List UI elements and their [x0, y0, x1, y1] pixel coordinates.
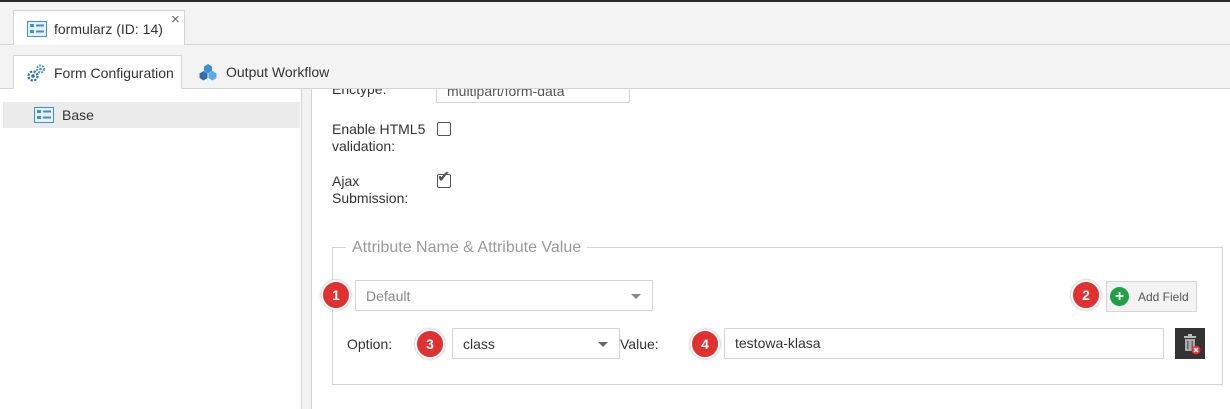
annotation-badge-4: 4 [690, 329, 720, 359]
form-list-icon [27, 21, 47, 40]
attribute-preset-select[interactable]: Default [355, 280, 653, 311]
add-field-label: Add Field [1138, 290, 1189, 304]
gears-icon [26, 63, 46, 86]
configuration-tab-bar: Form Configuration Output Workflow [0, 45, 1230, 89]
attribute-value-input[interactable]: testowa-klasa [724, 328, 1164, 359]
tab-form-configuration[interactable]: Form Configuration [13, 55, 182, 89]
ajax-submission-checkbox[interactable]: ✔ [437, 170, 451, 188]
tree-item-label: Base [62, 107, 94, 123]
annotation-badge-3: 3 [415, 329, 445, 359]
ajax-submission-label-line1: Ajax [332, 173, 360, 189]
checkmark-icon: ✔ [437, 169, 451, 186]
ajax-submission-label-line2: Submission: [332, 190, 409, 206]
enctype-field[interactable]: multipart/form-data [436, 89, 630, 103]
document-tab[interactable]: formularz (ID: 14) × [13, 10, 185, 46]
tab-form-configuration-label: Form Configuration [54, 65, 174, 81]
html5-validation-label-line2: validation: [332, 138, 396, 154]
html5-validation-label-line1: Enable HTML5 [332, 121, 426, 137]
option-label: Option: [347, 336, 393, 352]
attribute-fieldset-legend: Attribute Name & Attribute Value [346, 239, 588, 257]
plus-circle-icon: + [1110, 287, 1129, 306]
close-icon[interactable]: × [171, 12, 180, 28]
option-select-value: class [463, 336, 495, 352]
annotation-badge-1: 1 [321, 280, 351, 310]
form-configuration-panel: Enctype: multipart/form-data Enable HTML… [313, 89, 1230, 409]
trash-icon [1175, 334, 1205, 362]
configuration-tree: Base [0, 89, 302, 409]
add-field-button[interactable]: + Add Field [1106, 281, 1197, 312]
attribute-fieldset [332, 247, 1223, 385]
attribute-preset-value: Default [366, 288, 411, 304]
panel-splitter[interactable] [302, 89, 312, 409]
workflow-icon [198, 62, 218, 85]
tab-output-workflow-label: Output Workflow [226, 64, 330, 80]
form-list-icon [34, 107, 54, 126]
annotation-badge-2: 2 [1071, 280, 1101, 310]
value-label: Value: [620, 336, 659, 352]
chevron-down-icon [631, 294, 641, 299]
delete-attribute-button[interactable] [1175, 328, 1205, 359]
html5-validation-checkbox[interactable] [437, 122, 451, 136]
enctype-label: Enctype: [332, 89, 387, 97]
option-select[interactable]: class [452, 328, 620, 359]
document-tab-bar: formularz (ID: 14) × [0, 2, 1230, 46]
tree-item-base[interactable]: Base [3, 102, 300, 128]
tab-output-workflow[interactable]: Output Workflow [186, 55, 346, 89]
document-tab-title: formularz (ID: 14) [54, 21, 163, 37]
chevron-down-icon [598, 342, 608, 347]
